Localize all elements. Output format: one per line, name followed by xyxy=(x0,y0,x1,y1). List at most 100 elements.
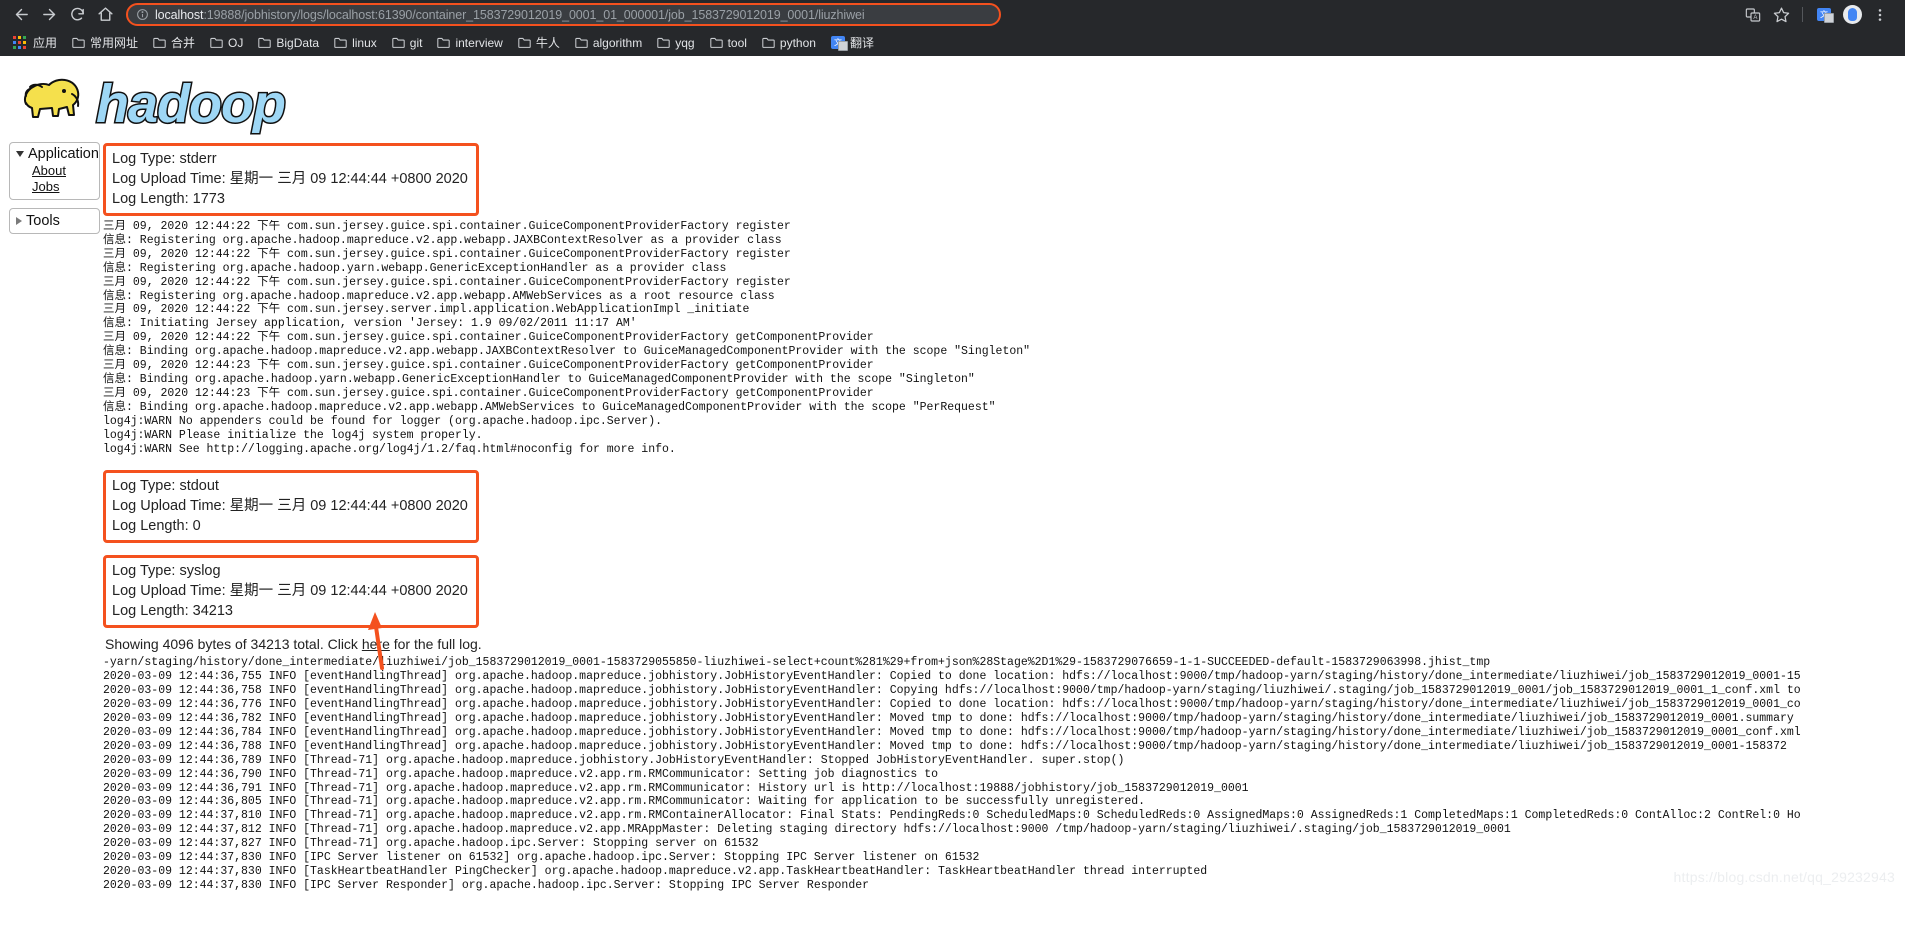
folder-icon xyxy=(657,37,670,48)
log-header-stdout: Log Type: stdout Log Upload Time: 星期一 三月… xyxy=(103,470,479,544)
folder-icon xyxy=(153,37,166,48)
bookmark-label: OJ xyxy=(228,35,244,50)
back-arrow-icon[interactable] xyxy=(8,2,34,28)
bookmark-item[interactable]: yqg xyxy=(650,33,701,53)
bookmark-label: python xyxy=(779,35,816,50)
sidebar-group-application-header[interactable]: Application xyxy=(10,145,99,163)
log-upload-time: Log Upload Time: 星期一 三月 09 12:44:44 +080… xyxy=(112,498,468,515)
address-bar-host: localhost xyxy=(155,7,204,22)
bookmarks-bar: 应用 常用网址 合并 OJ BigData linux git intervie… xyxy=(0,29,1905,56)
translate-icon[interactable]: A xyxy=(1740,2,1766,28)
svg-text:A: A xyxy=(1753,15,1757,21)
bookmark-apps[interactable]: 应用 xyxy=(6,31,64,54)
hadoop-logo-container: hadoop xyxy=(0,56,1905,138)
sidebar-item-about[interactable]: About xyxy=(10,163,99,179)
log-type: Log Type: syslog xyxy=(112,563,221,580)
folder-icon xyxy=(258,37,272,48)
address-bar[interactable]: localhost:19888/jobhistory/logs/localhos… xyxy=(126,3,1001,26)
sidebar-group-tools-header[interactable]: Tools xyxy=(10,212,99,230)
sidebar-group-title: Tools xyxy=(26,213,60,229)
sidebar-item-jobs[interactable]: Jobs xyxy=(10,179,99,195)
bookmark-item[interactable]: git xyxy=(385,33,430,53)
bookmark-label: yqg xyxy=(675,35,695,50)
bookmark-item[interactable]: python xyxy=(755,33,823,53)
bookmark-label: 应用 xyxy=(33,36,58,50)
folder-icon xyxy=(709,37,723,48)
log-length: Log Length: 1773 xyxy=(112,191,225,207)
log-header-syslog: Log Type: syslog Log Upload Time: 星期一 三月… xyxy=(103,555,479,629)
chrome-menu-icon[interactable] xyxy=(1867,2,1893,28)
bookmark-label: git xyxy=(409,35,423,50)
log-upload-time: Log Upload Time: 星期一 三月 09 12:44:44 +080… xyxy=(112,171,468,187)
browser-chrome: localhost:19888/jobhistory/logs/localhos… xyxy=(0,0,1905,56)
forward-arrow-icon[interactable] xyxy=(36,2,62,28)
chevron-down-icon xyxy=(16,151,24,157)
google-translate-extension-icon[interactable]: 文 xyxy=(1811,2,1837,28)
bookmark-label: 翻译 xyxy=(849,36,874,50)
page-content: Application About Jobs Tools Log Type: s… xyxy=(0,138,1905,893)
truncation-suffix: for the full log. xyxy=(389,636,482,653)
bookmark-item[interactable]: 常用网址 xyxy=(65,31,145,54)
log-truncation-notice: Showing 4096 bytes of 34213 total. Click… xyxy=(105,634,1905,654)
page-info-icon[interactable] xyxy=(136,8,149,21)
folder-icon xyxy=(210,37,223,48)
log-upload-time: Log Upload Time: 星期一 三月 09 12:44:44 +080… xyxy=(112,583,468,600)
bookmark-item[interactable]: linux xyxy=(327,33,384,53)
log-length: Log Length: 34213 xyxy=(112,603,233,620)
folder-icon xyxy=(392,37,405,48)
folder-icon xyxy=(762,37,775,48)
bookmark-item[interactable]: algorithm xyxy=(568,33,649,53)
home-icon[interactable] xyxy=(92,2,118,28)
sidebar: Application About Jobs Tools xyxy=(0,138,100,242)
watermark: https://blog.csdn.net/qq_29232943 xyxy=(1673,868,1895,885)
folder-icon xyxy=(518,37,531,48)
toolbar-divider xyxy=(1802,7,1803,22)
sidebar-group-title: Application xyxy=(28,146,99,162)
profile-avatar[interactable] xyxy=(1839,2,1865,28)
folder-icon xyxy=(437,37,451,48)
bookmark-item[interactable]: interview xyxy=(430,33,509,53)
sidebar-group-tools: Tools xyxy=(9,208,100,234)
svg-text:hadoop: hadoop xyxy=(96,74,285,134)
bookmark-star-icon[interactable] xyxy=(1768,2,1794,28)
bookmark-item-translate[interactable]: 文 翻译 xyxy=(824,31,881,54)
apps-grid-icon xyxy=(13,36,26,49)
google-translate-icon: 文 xyxy=(830,36,848,51)
folder-icon xyxy=(334,37,347,48)
bookmark-label: 常用网址 xyxy=(90,36,139,50)
log-type: Log Type: stdout xyxy=(112,478,219,495)
bookmark-label: 合并 xyxy=(171,36,196,50)
bookmark-label: algorithm xyxy=(592,35,643,50)
address-bar-text: localhost:19888/jobhistory/logs/localhos… xyxy=(155,8,865,22)
bookmark-label: linux xyxy=(352,35,377,50)
folder-icon xyxy=(72,37,85,48)
log-body-stderr: 三月 09, 2020 12:44:22 下午 com.sun.jersey.g… xyxy=(103,220,1031,456)
bookmark-label: 牛人 xyxy=(535,36,560,50)
log-main: Log Type: stderr Log Upload Time: 星期一 三月… xyxy=(100,138,1905,893)
omnibox-container: localhost:19888/jobhistory/logs/localhos… xyxy=(126,3,1732,26)
full-log-link[interactable]: here xyxy=(362,636,390,652)
log-body-syslog: -yarn/staging/history/done_intermediate/… xyxy=(103,656,1801,892)
bookmark-item[interactable]: OJ xyxy=(203,33,250,53)
hadoop-logo: hadoop xyxy=(14,64,314,136)
sidebar-group-application: Application About Jobs xyxy=(9,142,100,200)
log-length: Log Length: 0 xyxy=(112,518,201,535)
toolbar-right: A 文 xyxy=(1740,2,1897,28)
bookmark-item[interactable]: 牛人 xyxy=(511,31,567,54)
bookmark-item[interactable]: tool xyxy=(703,33,754,53)
log-type: Log Type: stderr xyxy=(112,151,217,167)
jobhistory-page: hadoop Application About Jobs Tools Log … xyxy=(0,56,1905,893)
bookmark-label: tool xyxy=(727,35,747,50)
truncation-prefix: Showing 4096 bytes of 34213 total. Click xyxy=(105,636,362,653)
browser-nav-row: localhost:19888/jobhistory/logs/localhos… xyxy=(0,0,1905,29)
folder-icon xyxy=(575,37,588,48)
reload-icon[interactable] xyxy=(64,2,90,28)
bookmark-item[interactable]: 合并 xyxy=(146,31,202,54)
chevron-right-icon xyxy=(16,217,22,225)
bookmark-item[interactable]: BigData xyxy=(251,33,326,53)
bookmark-label: BigData xyxy=(276,35,320,50)
bookmark-label: interview xyxy=(455,35,503,50)
address-bar-path: :19888/jobhistory/logs/localhost:61390/c… xyxy=(203,7,865,22)
